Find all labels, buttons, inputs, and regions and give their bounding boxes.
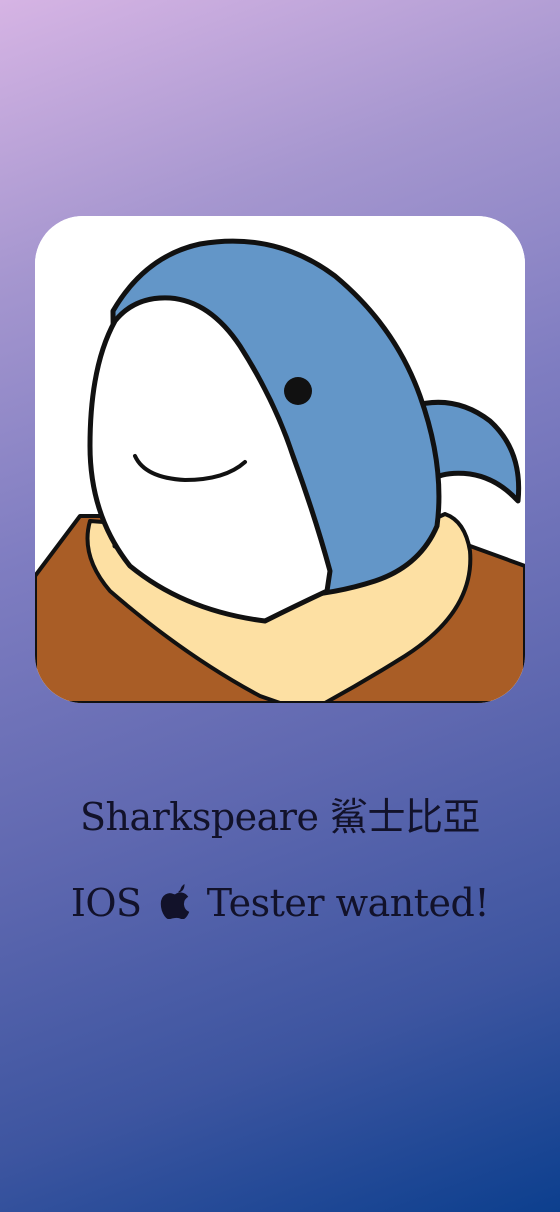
tester-wanted-line: IOS Tester wanted!: [0, 881, 560, 925]
shark-illustration: [35, 216, 525, 703]
app-icon-shark: [35, 216, 525, 703]
tester-wanted-text: Tester wanted!: [195, 881, 490, 925]
app-name-title: Sharkspeare 鯊士比亞: [79, 795, 481, 839]
apple-icon: [159, 883, 191, 919]
platform-label: IOS: [70, 881, 154, 925]
